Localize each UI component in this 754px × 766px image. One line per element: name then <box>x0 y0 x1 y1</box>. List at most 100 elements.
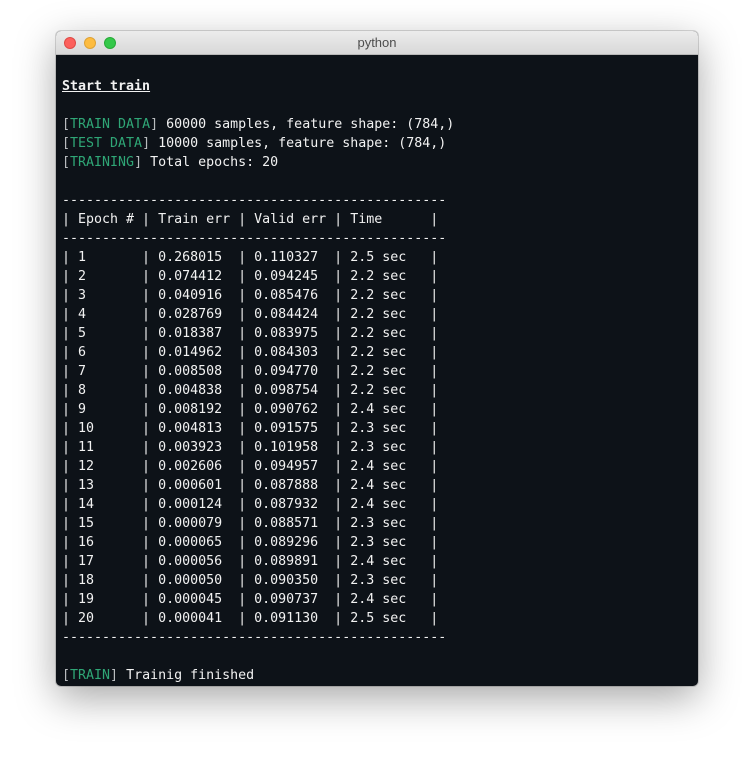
table-cell: 0.000050 <box>158 573 223 588</box>
column-separator: | <box>334 288 343 303</box>
column-separator: | <box>62 402 71 417</box>
column-separator: | <box>334 535 343 550</box>
table-cell: 2.5 sec <box>350 611 407 626</box>
table-row: | | | | | 20 0.000041 0.091130 2.5 sec <box>62 609 698 628</box>
column-separator: | <box>142 459 151 474</box>
column-separator: | <box>334 345 343 360</box>
column-separator: | <box>430 516 439 531</box>
table-row: | | | | | 7 0.008508 0.094770 2.2 sec <box>62 362 698 381</box>
table-cell: 0.094245 <box>254 269 319 284</box>
column-separator: | <box>142 497 151 512</box>
column-separator: | <box>238 516 247 531</box>
column-separator: | <box>430 250 439 265</box>
column-header: Time <box>350 212 383 227</box>
table-cell: 0.094957 <box>254 459 319 474</box>
table-cell: 0.090762 <box>254 402 319 417</box>
table-row: | | | | | 1 0.268015 0.110327 2.5 sec <box>62 248 698 267</box>
table-row: | | | | | 10 0.004813 0.091575 2.3 sec <box>62 419 698 438</box>
table-cell: 5 <box>78 326 87 341</box>
column-separator: | <box>142 345 151 360</box>
column-separator: | <box>334 592 343 607</box>
column-separator: | <box>334 383 343 398</box>
table-row: | | | | | 12 0.002606 0.094957 2.4 sec <box>62 457 698 476</box>
table-cell: 0.084424 <box>254 307 319 322</box>
table-cell: 2.4 sec <box>350 554 407 569</box>
table-cell: 0.089891 <box>254 554 319 569</box>
column-separator: | <box>334 212 343 227</box>
table-cell: 2.3 sec <box>350 535 407 550</box>
table-header: | | | | | Epoch # Train err Valid err Time <box>62 210 698 229</box>
table-cell: 20 <box>78 611 95 626</box>
table-cell: 0.018387 <box>158 326 223 341</box>
column-separator: | <box>142 402 151 417</box>
table-cell: 0.000601 <box>158 478 223 493</box>
table-cell: 2.4 sec <box>350 459 407 474</box>
table-cell: 0.090350 <box>254 573 319 588</box>
column-separator: | <box>334 516 343 531</box>
table-cell: 13 <box>78 478 95 493</box>
column-separator: | <box>334 478 343 493</box>
column-separator: | <box>62 383 71 398</box>
column-separator: | <box>62 288 71 303</box>
table-cell: 9 <box>78 402 87 417</box>
table-cell: 0.040916 <box>158 288 223 303</box>
column-separator: | <box>334 573 343 588</box>
table-cell: 0.087932 <box>254 497 319 512</box>
column-separator: | <box>238 288 247 303</box>
table-cell: 2.2 sec <box>350 326 407 341</box>
table-cell: 15 <box>78 516 95 531</box>
column-separator: | <box>238 459 247 474</box>
table-cell: 0.089296 <box>254 535 319 550</box>
table-cell: 10 <box>78 421 95 436</box>
column-separator: | <box>62 535 71 550</box>
column-separator: | <box>238 402 247 417</box>
table-cell: 2.3 sec <box>350 440 407 455</box>
window-title: python <box>357 35 397 50</box>
column-separator: | <box>238 478 247 493</box>
column-separator: | <box>62 592 71 607</box>
column-separator: | <box>430 611 439 626</box>
bracket: ] <box>150 117 159 132</box>
column-separator: | <box>334 269 343 284</box>
table-cell: 0.000065 <box>158 535 223 550</box>
column-separator: | <box>238 307 247 322</box>
table-cell: 0.088571 <box>254 516 319 531</box>
table-cell: 2.3 sec <box>350 573 407 588</box>
column-separator: | <box>238 345 247 360</box>
table-row: | | | | | 3 0.040916 0.085476 2.2 sec <box>62 286 698 305</box>
column-separator: | <box>62 212 71 227</box>
table-cell: 2 <box>78 269 87 284</box>
table-cell: 2.2 sec <box>350 307 407 322</box>
table-row: | | | | | 19 0.000045 0.090737 2.4 sec <box>62 590 698 609</box>
column-separator: | <box>62 326 71 341</box>
column-separator: | <box>430 269 439 284</box>
column-separator: | <box>430 364 439 379</box>
table-cell: 0.008508 <box>158 364 223 379</box>
terminal-output[interactable]: Start train [TRAIN DATA] 60000 samples, … <box>56 55 698 686</box>
column-separator: | <box>430 288 439 303</box>
bracket: ] <box>134 155 143 170</box>
table-cell: 0.004838 <box>158 383 223 398</box>
column-separator: | <box>430 345 439 360</box>
column-separator: | <box>238 611 247 626</box>
table-cell: 11 <box>78 440 95 455</box>
table-row: | | | | | 6 0.014962 0.084303 2.2 sec <box>62 343 698 362</box>
table-cell: 1 <box>78 250 87 265</box>
column-separator: | <box>238 383 247 398</box>
column-separator: | <box>142 573 151 588</box>
table-cell: 12 <box>78 459 95 474</box>
terminal-window: python Start train [TRAIN DATA] 60000 sa… <box>56 31 698 686</box>
table-row: | | | | | 4 0.028769 0.084424 2.2 sec <box>62 305 698 324</box>
log-text: 60000 samples, feature shape: (784,) <box>158 117 455 132</box>
results-table: ----------------------------------------… <box>62 191 698 647</box>
column-separator: | <box>430 497 439 512</box>
column-separator: | <box>142 269 151 284</box>
column-separator: | <box>238 440 247 455</box>
table-cell: 0.003923 <box>158 440 223 455</box>
column-separator: | <box>430 307 439 322</box>
column-separator: | <box>238 269 247 284</box>
table-cell: 2.4 sec <box>350 497 407 512</box>
table-cell: 2.3 sec <box>350 421 407 436</box>
heading: Start train <box>62 79 151 94</box>
bracket: [ <box>62 668 71 683</box>
